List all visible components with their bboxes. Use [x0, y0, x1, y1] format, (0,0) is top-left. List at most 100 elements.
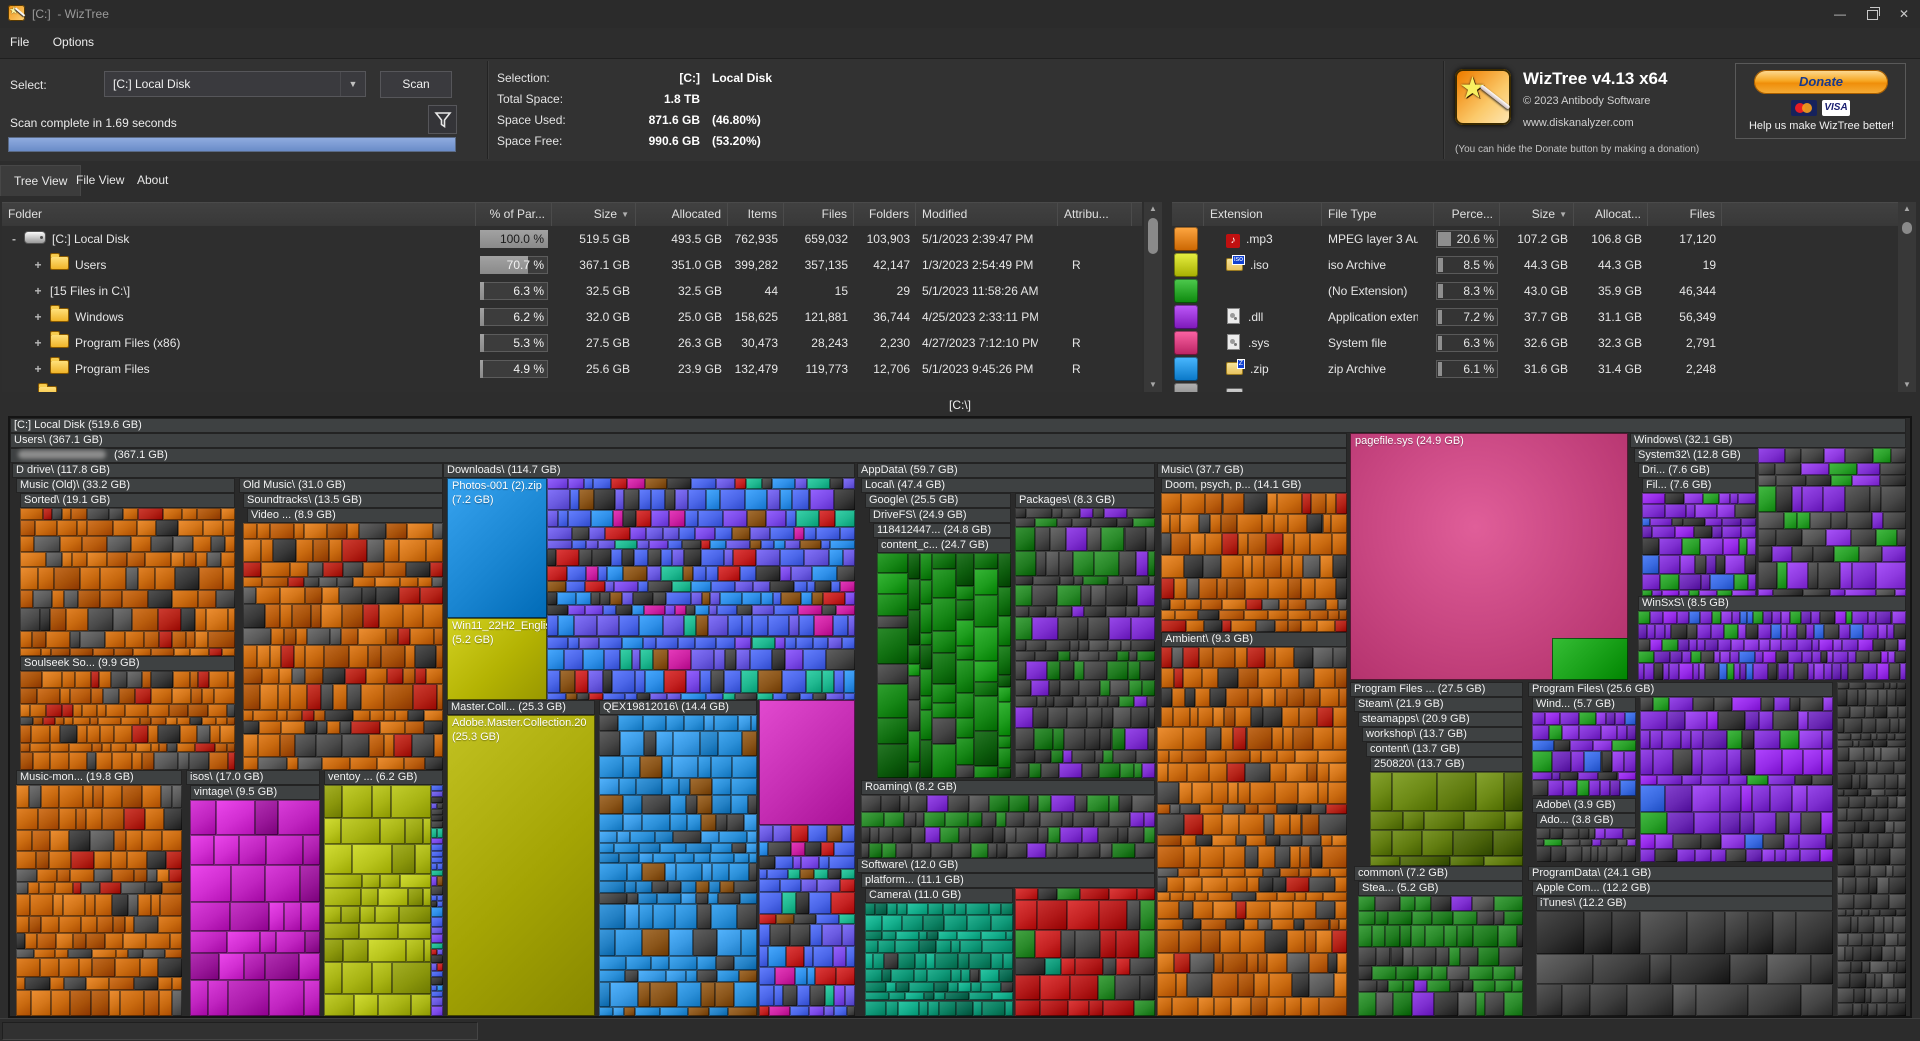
treemap-tiles-software-right-tiles[interactable]	[1015, 888, 1155, 1016]
treemap-label-n250820[interactable]: 250820\ (13.7 GB)	[1370, 757, 1523, 772]
treemap-tiles-gray-col-tiles[interactable]	[1837, 682, 1906, 1016]
treemap-label-adobe[interactable]: Adobe\ (3.9 GB)	[1532, 798, 1636, 813]
expand-toggle-icon[interactable]: +	[32, 252, 44, 278]
column-header-5[interactable]: Files	[784, 203, 854, 227]
treemap-label-pf[interactable]: Program Files\ (25.6 GB)	[1528, 682, 1833, 697]
column-header-allocat[interactable]: Allocat...	[1574, 203, 1648, 227]
treemap-label-google[interactable]: Google\ (25.5 GB)	[865, 493, 1011, 508]
table-row[interactable]: +Users70.7 %367.1 GB351.0 GB399,282357,1…	[2, 252, 1142, 278]
table-row[interactable]: (No Extension)8.3 %43.0 GB35.9 GB46,344	[1172, 278, 1898, 304]
treemap-label-music-old[interactable]: Music (Old)\ (33.2 GB)	[16, 478, 235, 493]
treemap-label-ambient[interactable]: Ambient\ (9.3 GB)	[1161, 632, 1347, 647]
treemap-label-downloads[interactable]: Downloads\ (114.7 GB)	[443, 463, 855, 478]
ext-table-scrollbar[interactable]: ▲ ▼	[1898, 202, 1916, 392]
website-link[interactable]: www.diskanalyzer.com	[1523, 117, 1634, 129]
table-row[interactable]: .dllApplication extension7.2 %37.7 GB31.…	[1172, 304, 1898, 330]
treemap-tiles-n250820-tiles[interactable]	[1370, 772, 1523, 866]
donate-button[interactable]: Donate	[1754, 70, 1888, 94]
treemap-tiles-itunes-tiles[interactable]	[1536, 911, 1833, 1016]
treemap-label-winsxs[interactable]: WinSxS\ (8.5 GB)	[1638, 596, 1906, 611]
table-row[interactable]: .sysSystem file6.3 %32.6 GB32.3 GB2,791	[1172, 330, 1898, 356]
treemap-tiles-drivefs-tiles[interactable]	[877, 553, 1011, 778]
treemap-tiles-camera-tiles[interactable]	[865, 903, 1013, 1016]
menu-options[interactable]: Options	[43, 28, 104, 49]
expand-toggle-icon[interactable]: +	[32, 304, 44, 330]
treemap-label-vintage[interactable]: vintage\ (9.5 GB)	[190, 785, 320, 800]
column-header-4[interactable]: Items	[728, 203, 784, 227]
treemap-tiles-ambient-tiles[interactable]	[1161, 647, 1347, 727]
scrollbar-thumb[interactable]	[1148, 218, 1158, 254]
treemap-label-local[interactable]: Local\ (47.4 GB)	[861, 478, 1155, 493]
treemap-label-stea[interactable]: Stea... (5.2 GB)	[1358, 881, 1523, 896]
treemap-tiles-roaming-tiles[interactable]	[861, 795, 1155, 858]
treemap-block-adobe-master[interactable]: Adobe.Master.Collection.20(25.3 GB)	[447, 715, 595, 1016]
scan-button[interactable]: Scan	[380, 71, 452, 98]
treemap-label-wind[interactable]: Wind... (5.7 GB)	[1532, 697, 1636, 712]
scroll-up-icon[interactable]: ▲	[1898, 202, 1916, 216]
treemap-block-photos-zip[interactable]: Photos-001 (2).zip(7.2 GB)	[447, 478, 547, 618]
treemap-label-sorted[interactable]: Sorted\ (19.1 GB)	[20, 493, 235, 508]
treemap-tiles-ventoy-edge[interactable]	[431, 785, 443, 1016]
treemap-label-appdata[interactable]: AppData\ (59.7 GB)	[857, 463, 1155, 478]
treemap-label-music[interactable]: Music\ (37.7 GB)	[1157, 463, 1347, 478]
scroll-down-icon[interactable]: ▼	[1144, 378, 1162, 392]
tree-table-scrollbar[interactable]: ▲ ▼	[1144, 202, 1162, 392]
treemap-tiles-music-mon-tiles[interactable]	[16, 785, 182, 1016]
treemap-tiles-ado-tiles[interactable]	[1536, 828, 1636, 862]
scrollbar-thumb[interactable]	[1902, 222, 1912, 234]
treemap-tiles-ventoy-tiles[interactable]	[324, 785, 431, 1016]
column-header-filetype[interactable]: File Type	[1322, 203, 1434, 227]
table-row[interactable]: +[15 Files in C:\]6.3 %32.5 GB32.5 GB441…	[2, 278, 1142, 304]
treemap-tiles-dl-belowpink-tiles[interactable]	[759, 825, 855, 1016]
column-header-extension[interactable]: Extension	[1204, 203, 1322, 227]
column-header-2[interactable]: Size▼	[552, 203, 636, 227]
drive-select-dropdown[interactable]: [C:] Local Disk ▼	[104, 71, 366, 97]
treemap-label-itunes[interactable]: iTunes\ (12.2 GB)	[1536, 896, 1833, 911]
treemap-tiles-vintage-tiles[interactable]	[190, 800, 320, 1016]
treemap-tiles-stea-tiles[interactable]	[1358, 896, 1523, 1016]
treemap-label-music-mon[interactable]: Music-mon... (19.8 GB)	[16, 770, 182, 785]
treemap-block-pagefile-green[interactable]	[1552, 638, 1628, 680]
treemap-label-ado[interactable]: Ado... (3.8 GB)	[1536, 813, 1636, 828]
treemap[interactable]: [C:] Local Disk (519.6 GB)Users\ (367.1 …	[8, 416, 1912, 1018]
treemap-label-drivefs[interactable]: DriveFS\ (24.9 GB)	[869, 508, 1011, 523]
menu-file[interactable]: File	[0, 28, 39, 49]
table-row[interactable]: iso.isoiso Archive8.5 %44.3 GB44.3 GB19	[1172, 252, 1898, 278]
treemap-block-dl-pink[interactable]	[759, 700, 855, 825]
treemap-tiles-wind-tiles[interactable]	[1532, 712, 1636, 796]
treemap-tiles-dl-mosaic-tiles[interactable]	[547, 478, 855, 700]
treemap-label-dri[interactable]: Dri... (7.6 GB)	[1638, 463, 1756, 478]
treemap-label-doom[interactable]: Doom, psych, p... (14.1 GB)	[1161, 478, 1347, 493]
column-header-3[interactable]: Allocated	[636, 203, 728, 227]
treemap-tiles-local-rest-tiles[interactable]	[1015, 640, 1155, 778]
treemap-label-camera[interactable]: Camera\ (11.0 GB)	[865, 888, 1013, 903]
treemap-label-ventoy[interactable]: ventoy ... (6.2 GB)	[324, 770, 443, 785]
column-header-0[interactable]: Folder	[2, 203, 476, 227]
expand-toggle-icon[interactable]: +	[32, 330, 44, 356]
treemap-tiles-sorted-tiles[interactable]	[20, 508, 235, 656]
treemap-label-roaming[interactable]: Roaming\ (8.2 GB)	[861, 780, 1155, 795]
treemap-label-packages[interactable]: Packages\ (8.3 GB)	[1015, 493, 1155, 508]
table-row[interactable]: +Program Files4.9 %25.6 GB23.9 GB132,479…	[2, 356, 1142, 382]
column-header-perce[interactable]: Perce...	[1434, 203, 1500, 227]
treemap-label-user-redacted[interactable]: (367.1 GB)	[10, 448, 1347, 463]
column-header-8[interactable]: Attribu...	[1058, 203, 1132, 227]
treemap-tiles-pf-big-tiles[interactable]	[1640, 697, 1833, 862]
treemap-label-steam[interactable]: Steam\ (21.9 GB)	[1354, 697, 1523, 712]
treemap-block-win11-iso[interactable]: Win11_22H2_Englis(5.2 GB)	[447, 618, 547, 700]
table-row[interactable]: Z.zipzip Archive6.1 %31.6 GB31.4 GB2,248	[1172, 356, 1898, 382]
treemap-label-isos[interactable]: isos\ (17.0 GB)	[186, 770, 320, 785]
column-header-6[interactable]: Folders	[854, 203, 916, 227]
column-header-files[interactable]: Files	[1648, 203, 1722, 227]
treemap-label-steamapps[interactable]: steamapps\ (20.9 GB)	[1358, 712, 1523, 727]
scroll-up-icon[interactable]: ▲	[1144, 202, 1162, 216]
treemap-tiles-music-rest-tiles[interactable]	[1157, 727, 1347, 1016]
title-bar[interactable]: [C:] - WizTree — ✕	[0, 0, 1920, 28]
table-row[interactable]: ♪.mp3MPEG layer 3 Audio20.6 %107.2 GB106…	[1172, 226, 1898, 252]
treemap-label-software[interactable]: Software\ (12.0 GB)	[857, 858, 1155, 873]
expand-toggle-icon[interactable]: +	[32, 356, 44, 382]
table-row[interactable]: +Program Files (x86)5.3 %27.5 GB26.3 GB3…	[2, 330, 1142, 356]
treemap-tiles-doom-tiles[interactable]	[1161, 493, 1347, 632]
treemap-label-pf-x86[interactable]: Program Files ... (27.5 GB)	[1350, 682, 1523, 697]
restore-button[interactable]	[1856, 0, 1888, 28]
